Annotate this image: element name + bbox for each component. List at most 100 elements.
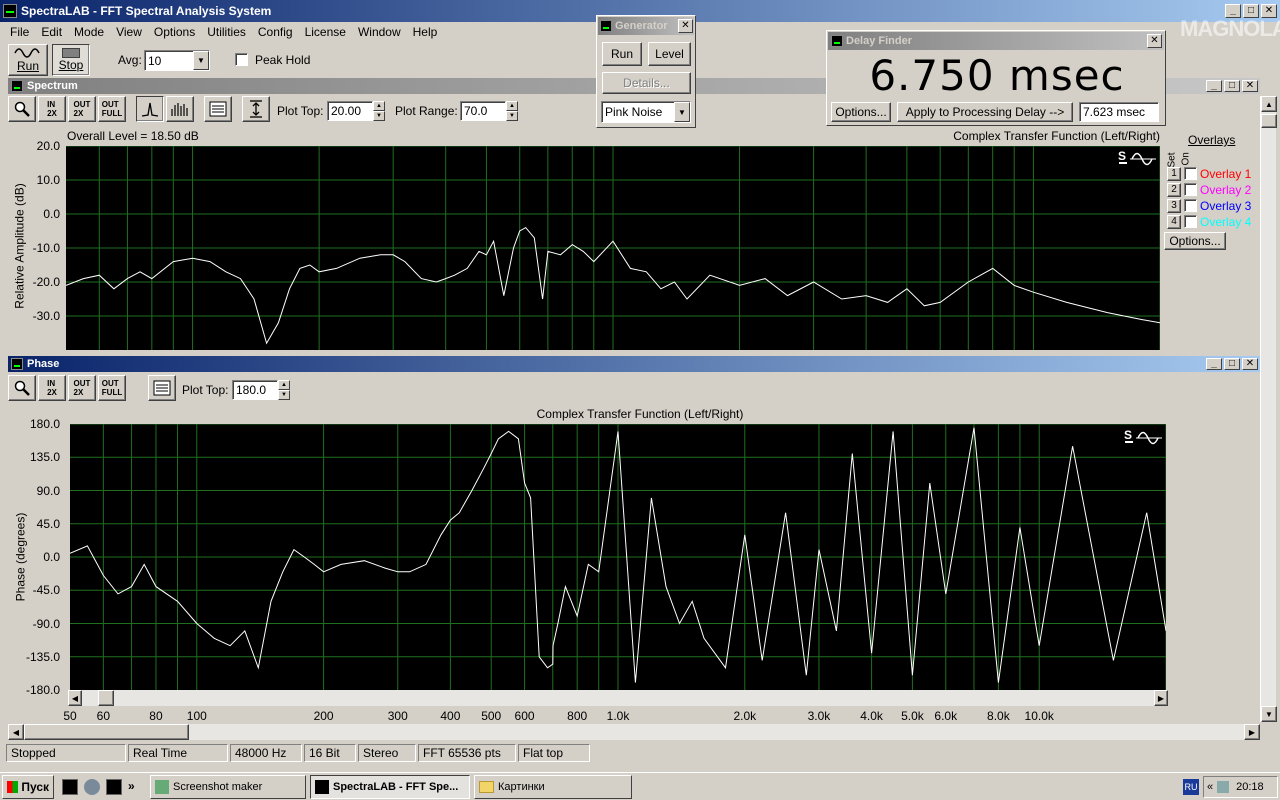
window-horizontal-scrollbar[interactable]: ◀ ▶ bbox=[8, 724, 1260, 740]
plot-horizontal-scrollbar[interactable]: ◀ ▶ bbox=[68, 690, 1168, 706]
menu-view[interactable]: View bbox=[110, 25, 148, 39]
x-tick-label: 3.0k bbox=[807, 709, 831, 723]
menu-file[interactable]: File bbox=[4, 25, 35, 39]
spectrum-plot-range-spinner[interactable]: ▲ ▼ bbox=[506, 101, 518, 121]
overlay-name: Overlay 1 bbox=[1200, 166, 1252, 181]
overlays-on-header: On bbox=[1180, 146, 1194, 168]
menu-options[interactable]: Options bbox=[148, 25, 201, 39]
zoom-icon[interactable] bbox=[8, 96, 36, 122]
generator-run-button[interactable]: Run bbox=[602, 42, 642, 66]
phase-zoom-out-2x-icon[interactable]: OUT 2X bbox=[68, 375, 96, 401]
start-button[interactable]: Пуск bbox=[2, 775, 54, 799]
scale-icon[interactable] bbox=[242, 96, 270, 122]
generator-signal-select[interactable]: Pink Noise ▼ bbox=[601, 101, 691, 123]
language-indicator[interactable]: RU bbox=[1183, 779, 1199, 795]
avg-select[interactable]: 10 ▼ bbox=[144, 50, 210, 71]
window-scroll-right-icon[interactable]: ▶ bbox=[1244, 724, 1260, 740]
menu-utilities[interactable]: Utilities bbox=[201, 25, 252, 39]
status-bit-depth: 16 Bit bbox=[304, 744, 356, 762]
taskbar: Пуск » Screenshot maker SpectraLAB - FFT… bbox=[0, 772, 1280, 800]
taskbar-screenshot-maker[interactable]: Screenshot maker bbox=[150, 775, 306, 799]
table-view-icon[interactable] bbox=[204, 96, 232, 122]
overlay-on-checkbox[interactable] bbox=[1184, 183, 1197, 196]
quick-launch-spectralab2-icon[interactable] bbox=[106, 779, 122, 795]
overlay-set-button[interactable]: 2 bbox=[1167, 182, 1181, 197]
phase-minimize-icon[interactable]: _ bbox=[1206, 358, 1222, 370]
plot-scroll-thumb[interactable] bbox=[98, 690, 114, 706]
phase-maximize-icon[interactable]: □ bbox=[1224, 358, 1240, 370]
phase-close-icon[interactable]: ✕ bbox=[1242, 358, 1258, 370]
spectrum-window-icon bbox=[11, 80, 23, 92]
overlay-set-button[interactable]: 4 bbox=[1167, 214, 1181, 229]
y-tick-label: 20.0 bbox=[36, 139, 60, 153]
phase-plot-top-spinner[interactable]: ▲ ▼ bbox=[278, 380, 290, 400]
peak-hold-checkbox[interactable] bbox=[235, 53, 248, 66]
menu-window[interactable]: Window bbox=[352, 25, 407, 39]
taskbar-spectralab[interactable]: SpectraLAB - FFT Spe... bbox=[310, 775, 470, 799]
plot-scroll-left-icon[interactable]: ◀ bbox=[68, 690, 82, 706]
generator-title: Generator bbox=[615, 20, 668, 32]
y-tick-label: 180.0 bbox=[29, 417, 60, 431]
quick-launch-more-icon[interactable]: » bbox=[128, 779, 135, 795]
processing-delay-input[interactable]: 7.623 msec bbox=[1079, 102, 1159, 122]
phase-table-view-icon[interactable] bbox=[148, 375, 176, 401]
vertical-scrollbar[interactable]: ▲ ▼ bbox=[1260, 96, 1277, 722]
zoom-in-2x-icon[interactable]: IN 2X bbox=[38, 96, 66, 122]
on-label: On bbox=[1180, 152, 1192, 166]
overlay-on-checkbox[interactable] bbox=[1184, 167, 1197, 180]
menu-mode[interactable]: Mode bbox=[68, 25, 110, 39]
spectrum-maximize-icon[interactable]: □ bbox=[1224, 80, 1240, 92]
phase-trace-style-icon[interactable]: S bbox=[1124, 427, 1164, 449]
quick-launch-app-icon[interactable] bbox=[84, 779, 100, 795]
run-button[interactable]: Run bbox=[8, 44, 48, 76]
delay-options-button[interactable]: Options... bbox=[831, 102, 891, 122]
clock: 20:18 bbox=[1236, 781, 1264, 793]
overlay-set-button[interactable]: 3 bbox=[1167, 198, 1181, 213]
phase-plot-top-input[interactable]: 180.0 bbox=[232, 380, 278, 400]
delay-finder-close-icon[interactable]: ✕ bbox=[1147, 34, 1162, 48]
quick-launch-spectralab-icon[interactable] bbox=[62, 779, 78, 795]
overlay-on-checkbox[interactable] bbox=[1184, 199, 1197, 212]
taskbar-label: SpectraLAB - FFT Spe... bbox=[333, 781, 459, 793]
spectrum-plot-top-input[interactable]: 20.00 bbox=[327, 101, 373, 121]
line-plot-icon[interactable] bbox=[136, 96, 164, 122]
bar-plot-icon[interactable] bbox=[166, 96, 194, 122]
tray-speaker-icon[interactable] bbox=[1217, 781, 1230, 793]
chevron-down-icon[interactable]: ▼ bbox=[674, 102, 690, 122]
phase-plot[interactable] bbox=[70, 424, 1166, 690]
zoom-out-full-icon[interactable]: OUT FULL bbox=[98, 96, 126, 122]
phase-zoom-out-full-icon[interactable]: OUT FULL bbox=[98, 375, 126, 401]
menu-license[interactable]: License bbox=[299, 25, 352, 39]
overlay-on-checkbox[interactable] bbox=[1184, 215, 1197, 228]
spectrum-plot[interactable] bbox=[66, 146, 1160, 350]
spectrum-trace-style-icon[interactable]: S bbox=[1118, 148, 1158, 170]
scroll-thumb[interactable] bbox=[1261, 114, 1277, 128]
plot-scroll-right-icon[interactable]: ▶ bbox=[1154, 690, 1168, 706]
app-icon[interactable] bbox=[3, 4, 17, 18]
window-scroll-left-icon[interactable]: ◀ bbox=[8, 724, 24, 740]
spectrum-plot-top-spinner[interactable]: ▲ ▼ bbox=[373, 101, 385, 121]
spectrum-minimize-icon[interactable]: _ bbox=[1206, 80, 1222, 92]
generator-details-button[interactable]: Details... bbox=[602, 72, 691, 94]
menu-config[interactable]: Config bbox=[252, 25, 299, 39]
phase-zoom-icon[interactable] bbox=[8, 375, 36, 401]
spectrum-close-icon[interactable]: ✕ bbox=[1242, 80, 1258, 92]
generator-icon bbox=[600, 20, 612, 32]
chevron-down-icon[interactable]: ▼ bbox=[193, 51, 209, 70]
apply-processing-delay-button[interactable]: Apply to Processing Delay --> bbox=[897, 102, 1073, 122]
phase-zoom-in-2x-icon[interactable]: IN 2X bbox=[38, 375, 66, 401]
taskbar-kartinki[interactable]: Картинки bbox=[474, 775, 632, 799]
tray-expand-icon[interactable]: « bbox=[1207, 781, 1213, 793]
scroll-up-icon[interactable]: ▲ bbox=[1261, 96, 1277, 112]
x-tick-label: 400 bbox=[440, 709, 461, 723]
generator-close-icon[interactable]: ✕ bbox=[678, 19, 693, 33]
overlay-set-button[interactable]: 1 bbox=[1167, 166, 1181, 181]
menu-help[interactable]: Help bbox=[407, 25, 444, 39]
window-scroll-thumb[interactable] bbox=[24, 724, 189, 740]
stop-button[interactable]: Stop bbox=[52, 44, 90, 76]
generator-level-button[interactable]: Level bbox=[648, 42, 691, 66]
spectrum-plot-range-input[interactable]: 70.0 bbox=[460, 101, 506, 121]
overlays-options-button[interactable]: Options... bbox=[1164, 232, 1226, 250]
zoom-out-2x-icon[interactable]: OUT 2X bbox=[68, 96, 96, 122]
menu-edit[interactable]: Edit bbox=[35, 25, 68, 39]
